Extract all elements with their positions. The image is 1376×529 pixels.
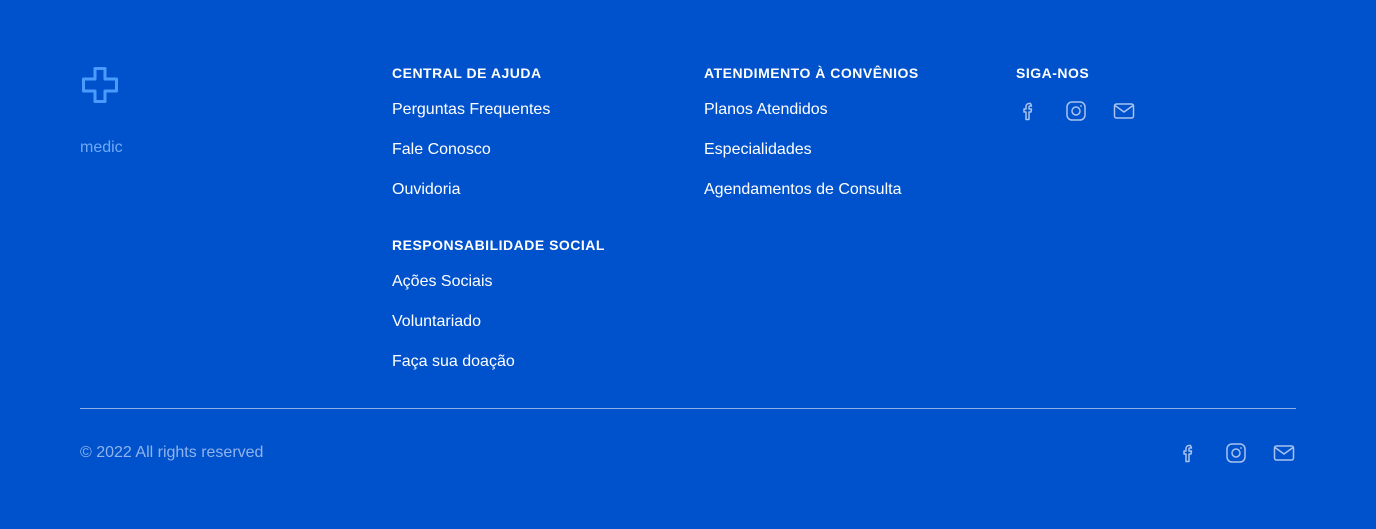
bottom-social-icons xyxy=(1176,441,1296,465)
social-responsibility-section: RESPONSABILIDADE SOCIAL Ações Sociais Vo… xyxy=(392,236,605,392)
footer-divider xyxy=(80,408,1296,409)
link-contact[interactable]: Fale Conosco xyxy=(392,141,491,158)
social-responsibility-heading: RESPONSABILIDADE SOCIAL xyxy=(392,237,605,253)
list-item: Ações Sociais xyxy=(392,272,605,312)
list-item: Voluntariado xyxy=(392,312,605,352)
list-item: Especialidades xyxy=(704,140,919,180)
link-appointments[interactable]: Agendamentos de Consulta xyxy=(704,181,901,198)
link-faq[interactable]: Perguntas Frequentes xyxy=(392,101,550,118)
facebook-icon[interactable] xyxy=(1176,441,1200,465)
list-item: Planos Atendidos xyxy=(704,100,919,140)
follow-heading: SIGA-NOS xyxy=(1016,65,1090,81)
instagram-icon[interactable] xyxy=(1064,99,1088,123)
insurance-heading: ATENDIMENTO À CONVÊNIOS xyxy=(704,65,919,81)
site-footer: medic CENTRAL DE AJUDA Perguntas Frequen… xyxy=(0,0,1376,529)
link-social-actions[interactable]: Ações Sociais xyxy=(392,273,493,290)
copyright-text: © 2022 All rights reserved xyxy=(80,444,264,461)
insurance-section: ATENDIMENTO À CONVÊNIOS Planos Atendidos… xyxy=(704,64,919,220)
link-donate[interactable]: Faça sua doação xyxy=(392,353,515,370)
help-center-section: CENTRAL DE AJUDA Perguntas Frequentes Fa… xyxy=(392,64,550,220)
list-item: Fale Conosco xyxy=(392,140,550,180)
link-specialties[interactable]: Especialidades xyxy=(704,141,812,158)
link-plans[interactable]: Planos Atendidos xyxy=(704,101,828,118)
insurance-links: Planos Atendidos Especialidades Agendame… xyxy=(704,100,919,220)
link-ombudsman[interactable]: Ouvidoria xyxy=(392,181,460,198)
brand: medic xyxy=(80,66,123,156)
mail-icon[interactable] xyxy=(1112,99,1136,123)
help-center-heading: CENTRAL DE AJUDA xyxy=(392,65,542,81)
follow-section: SIGA-NOS xyxy=(1016,64,1136,123)
list-item: Faça sua doação xyxy=(392,352,605,392)
social-responsibility-links: Ações Sociais Voluntariado Faça sua doaç… xyxy=(392,272,605,392)
list-item: Perguntas Frequentes xyxy=(392,100,550,140)
brand-name[interactable]: medic xyxy=(80,139,123,157)
list-item: Ouvidoria xyxy=(392,180,550,220)
mail-icon[interactable] xyxy=(1272,441,1296,465)
follow-social-icons xyxy=(1016,99,1136,123)
list-item: Agendamentos de Consulta xyxy=(704,180,919,220)
medical-cross-icon[interactable] xyxy=(80,66,120,104)
facebook-icon[interactable] xyxy=(1016,99,1040,123)
link-volunteering[interactable]: Voluntariado xyxy=(392,313,481,330)
help-center-links: Perguntas Frequentes Fale Conosco Ouvido… xyxy=(392,100,550,220)
instagram-icon[interactable] xyxy=(1224,441,1248,465)
